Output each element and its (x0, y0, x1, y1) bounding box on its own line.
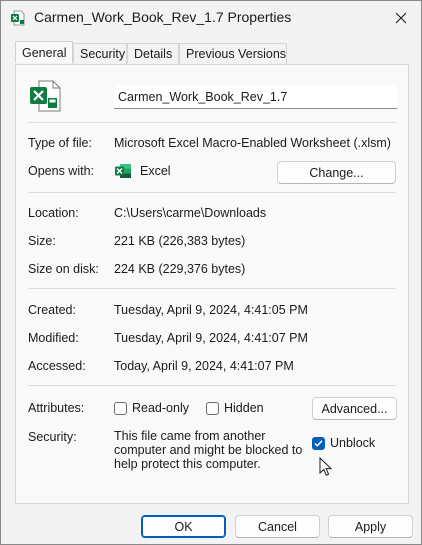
created-label: Created: (28, 303, 76, 317)
ok-button[interactable]: OK (141, 515, 226, 538)
security-message: This file came from another computer and… (114, 429, 303, 471)
excel-app-icon (115, 164, 131, 178)
divider (28, 122, 396, 123)
divider (28, 288, 396, 289)
divider (28, 192, 396, 193)
filename-field[interactable] (114, 85, 397, 109)
cancel-button[interactable]: Cancel (235, 515, 320, 538)
size-on-disk-label: Size on disk: (28, 262, 99, 276)
advanced-button[interactable]: Advanced... (312, 397, 397, 420)
excel-file-icon (11, 10, 25, 26)
accessed-label: Accessed: (28, 359, 86, 373)
window-title: Carmen_Work_Book_Rev_1.7 Properties (34, 9, 292, 25)
size-label: Size: (28, 234, 56, 248)
divider (28, 385, 396, 386)
security-label: Security: (28, 430, 77, 444)
title-bar[interactable]: Carmen_Work_Book_Rev_1.7 Properties (1, 1, 421, 35)
readonly-checkbox[interactable]: Read-only (114, 401, 189, 415)
hidden-label: Hidden (224, 401, 264, 415)
checkbox-box[interactable] (114, 401, 127, 415)
readonly-label: Read-only (132, 401, 189, 415)
attributes-label: Attributes: (28, 401, 85, 415)
change-button[interactable]: Change... (277, 161, 396, 184)
created-value: Tuesday, April 9, 2024, 4:41:05 PM (114, 303, 308, 317)
unblock-checkbox[interactable]: Unblock (312, 436, 375, 450)
size-value: 221 KB (226,383 bytes) (114, 234, 246, 248)
unblock-label: Unblock (330, 436, 376, 450)
tab-general[interactable]: General (15, 41, 73, 63)
location-label: Location: (28, 206, 79, 220)
checkmark-icon (314, 439, 323, 447)
checkbox-box[interactable] (206, 401, 219, 415)
checkbox-box-checked[interactable] (312, 436, 325, 450)
opens-with-value: Excel (140, 164, 171, 178)
hidden-checkbox[interactable]: Hidden (206, 401, 264, 415)
general-panel: Type of file: Microsoft Excel Macro-Enab… (15, 64, 409, 504)
tab-security[interactable]: Security (73, 43, 127, 64)
tab-details[interactable]: Details (127, 43, 179, 64)
excel-file-icon (30, 80, 61, 112)
opens-with-label: Opens with: (28, 164, 95, 178)
modified-value: Tuesday, April 9, 2024, 4:41:07 PM (114, 331, 308, 345)
dialog-footer: OK Cancel Apply (1, 506, 421, 544)
properties-window: Carmen_Work_Book_Rev_1.7 Properties Gene… (0, 0, 422, 545)
close-icon (395, 12, 407, 24)
apply-button[interactable]: Apply (328, 515, 413, 538)
modified-label: Modified: (28, 331, 79, 345)
mouse-pointer-icon (319, 457, 333, 476)
close-button[interactable] (387, 4, 415, 32)
accessed-value: Today, April 9, 2024, 4:41:07 PM (114, 359, 294, 373)
tab-previous-versions[interactable]: Previous Versions (179, 43, 287, 64)
location-value: C:\Users\carme\Downloads (114, 206, 267, 220)
type-of-file-value: Microsoft Excel Macro-Enabled Worksheet … (114, 136, 391, 150)
size-on-disk-value: 224 KB (229,376 bytes) (114, 262, 246, 276)
type-of-file-label: Type of file: (28, 136, 92, 150)
